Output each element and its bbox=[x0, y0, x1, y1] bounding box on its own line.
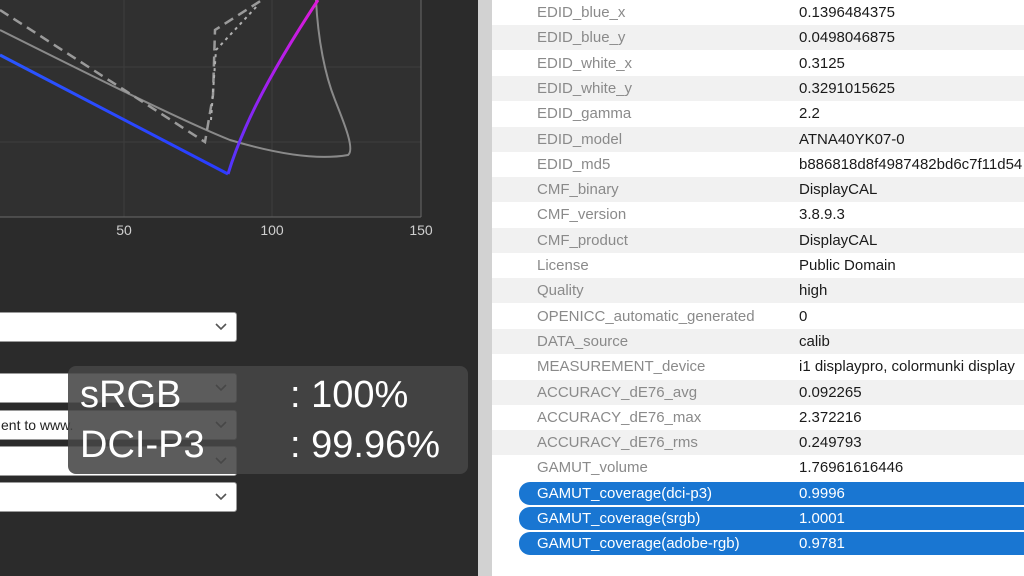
metadata-key: CMF_binary bbox=[537, 181, 619, 199]
metadata-key: DATA_source bbox=[537, 332, 629, 350]
metadata-value: 0.249793 bbox=[799, 434, 862, 452]
overlay-value-dcip3: : 99.96% bbox=[290, 424, 440, 466]
dropdown-select[interactable] bbox=[0, 312, 237, 342]
metadata-row[interactable]: CMF_version 3.8.9.3 bbox=[492, 202, 1024, 227]
metadata-value: calib bbox=[799, 332, 830, 350]
metadata-key: CMF_version bbox=[537, 206, 627, 224]
metadata-value: ATNA40YK07-0 bbox=[799, 130, 905, 148]
metadata-value: 3.8.9.3 bbox=[799, 206, 845, 224]
x-tick-label: 100 bbox=[260, 222, 284, 238]
metadata-key: CMF_product bbox=[537, 231, 628, 249]
metadata-row[interactable]: EDID_white_y 0.3291015625 bbox=[492, 75, 1024, 101]
metadata-row[interactable]: CMF_product DisplayCAL bbox=[492, 227, 1024, 253]
metadata-key: GAMUT_coverage(dci-p3) bbox=[537, 484, 713, 502]
gamut-coverage-overlay: sRGB : 100% DCI-P3 : 99.96% bbox=[68, 366, 468, 474]
metadata-value: 1.76961616446 bbox=[799, 459, 904, 477]
overlay-value-srgb: : 100% bbox=[290, 374, 409, 416]
metadata-key: MEASUREMENT_device bbox=[537, 358, 706, 376]
metadata-value: Public Domain bbox=[799, 257, 896, 274]
metadata-value: 0.9781 bbox=[799, 535, 845, 553]
metadata-row[interactable]: EDID_blue_x 0.1396484375 bbox=[492, 0, 1024, 25]
chevron-down-icon bbox=[215, 493, 227, 501]
metadata-value: 0.0498046875 bbox=[799, 29, 895, 47]
chevron-down-icon bbox=[215, 323, 227, 331]
overlay-label-dcip3: DCI-P3 bbox=[80, 424, 205, 466]
metadata-row[interactable]: GAMUT_coverage(adobe-rgb) 0.9781 bbox=[519, 532, 1024, 556]
splitter[interactable] bbox=[478, 0, 492, 576]
metadata-row[interactable]: EDID_model ATNA40YK07-0 bbox=[492, 126, 1024, 152]
metadata-row[interactable]: EDID_blue_y 0.0498046875 bbox=[492, 25, 1024, 51]
metadata-key: EDID_md5 bbox=[537, 155, 611, 173]
overlay-label-srgb: sRGB bbox=[80, 374, 182, 416]
metadata-value: b886818d8f4987482bd6c7f11d54 bbox=[799, 155, 1023, 173]
metadata-row[interactable]: GAMUT_coverage(dci-p3) 0.9996 bbox=[519, 481, 1024, 505]
metadata-key: EDID_gamma bbox=[537, 105, 632, 123]
metadata-key: EDID_white_y bbox=[537, 79, 633, 97]
metadata-row[interactable]: EDID_white_x 0.3125 bbox=[492, 51, 1024, 76]
metadata-key: ACCURACY_dE76_avg bbox=[537, 383, 698, 401]
metadata-row[interactable]: CMF_binary DisplayCAL bbox=[492, 177, 1024, 203]
metadata-key: GAMUT_volume bbox=[537, 459, 648, 477]
metadata-value: 0.3291015625 bbox=[799, 79, 895, 97]
metadata-row[interactable]: ACCURACY_dE76_max 2.372216 bbox=[492, 405, 1024, 430]
metadata-value: 0.1396484375 bbox=[799, 4, 895, 21]
dropdown-select[interactable] bbox=[0, 482, 237, 512]
metadata-key: EDID_model bbox=[537, 130, 623, 148]
metadata-value: 2.2 bbox=[799, 105, 820, 123]
metadata-value: high bbox=[799, 282, 828, 300]
metadata-value: 1.0001 bbox=[799, 510, 845, 527]
metadata-value: 2.372216 bbox=[799, 408, 862, 426]
metadata-row[interactable]: MEASUREMENT_device i1 displaypro, colormu… bbox=[492, 354, 1024, 379]
metadata-value: 0.9996 bbox=[799, 484, 845, 502]
metadata-key: EDID_blue_y bbox=[537, 29, 626, 47]
metadata-key: License bbox=[537, 257, 589, 274]
metadata-value: 0.092265 bbox=[799, 383, 862, 401]
x-tick-label: 150 bbox=[409, 222, 433, 238]
metadata-key: EDID_white_x bbox=[537, 54, 633, 72]
dropdown-value: ent to www. bbox=[1, 417, 74, 433]
metadata-key: ACCURACY_dE76_max bbox=[537, 408, 702, 426]
metadata-row[interactable]: DATA_source calib bbox=[492, 328, 1024, 354]
profile-metadata-list: EDID_blue_x 0.1396484375 EDID_blue_y 0.0498… bbox=[492, 0, 1024, 576]
metadata-key: Quality bbox=[537, 282, 584, 300]
metadata-row[interactable]: GAMUT_coverage(srgb) 1.0001 bbox=[519, 507, 1024, 530]
metadata-row[interactable]: OPENICC_automatic_generated 0 bbox=[492, 304, 1024, 329]
metadata-value: DisplayCAL bbox=[799, 181, 878, 199]
metadata-key: ACCURACY_dE76_rms bbox=[537, 434, 698, 452]
metadata-key: GAMUT_coverage(srgb) bbox=[537, 510, 701, 527]
metadata-row[interactable]: ACCURACY_dE76_avg 0.092265 bbox=[492, 379, 1024, 405]
metadata-key: GAMUT_coverage(adobe-rgb) bbox=[537, 535, 740, 553]
metadata-key: OPENICC_automatic_generated bbox=[537, 307, 755, 325]
metadata-key: EDID_blue_x bbox=[537, 4, 626, 21]
metadata-value: 0.3125 bbox=[799, 54, 845, 72]
metadata-row[interactable]: EDID_gamma 2.2 bbox=[492, 101, 1024, 126]
metadata-row[interactable]: ACCURACY_dE76_rms 0.249793 bbox=[492, 430, 1024, 456]
metadata-row[interactable]: License Public Domain bbox=[492, 253, 1024, 278]
metadata-row[interactable]: EDID_md5 b886818d8f4987482bd6c7f11d54 bbox=[492, 152, 1024, 177]
metadata-value: DisplayCAL bbox=[799, 231, 878, 249]
metadata-value: i1 displaypro, colormunki display bbox=[799, 358, 1015, 376]
metadata-row[interactable]: Quality high bbox=[492, 278, 1024, 304]
gamut-plot-panel: 50 100 150 ent to www. sRGB : 100% DCI-P… bbox=[0, 0, 478, 576]
x-tick-label: 50 bbox=[116, 222, 132, 238]
metadata-value: 0 bbox=[799, 307, 808, 325]
metadata-row[interactable]: GAMUT_volume 1.76961616446 bbox=[492, 455, 1024, 480]
